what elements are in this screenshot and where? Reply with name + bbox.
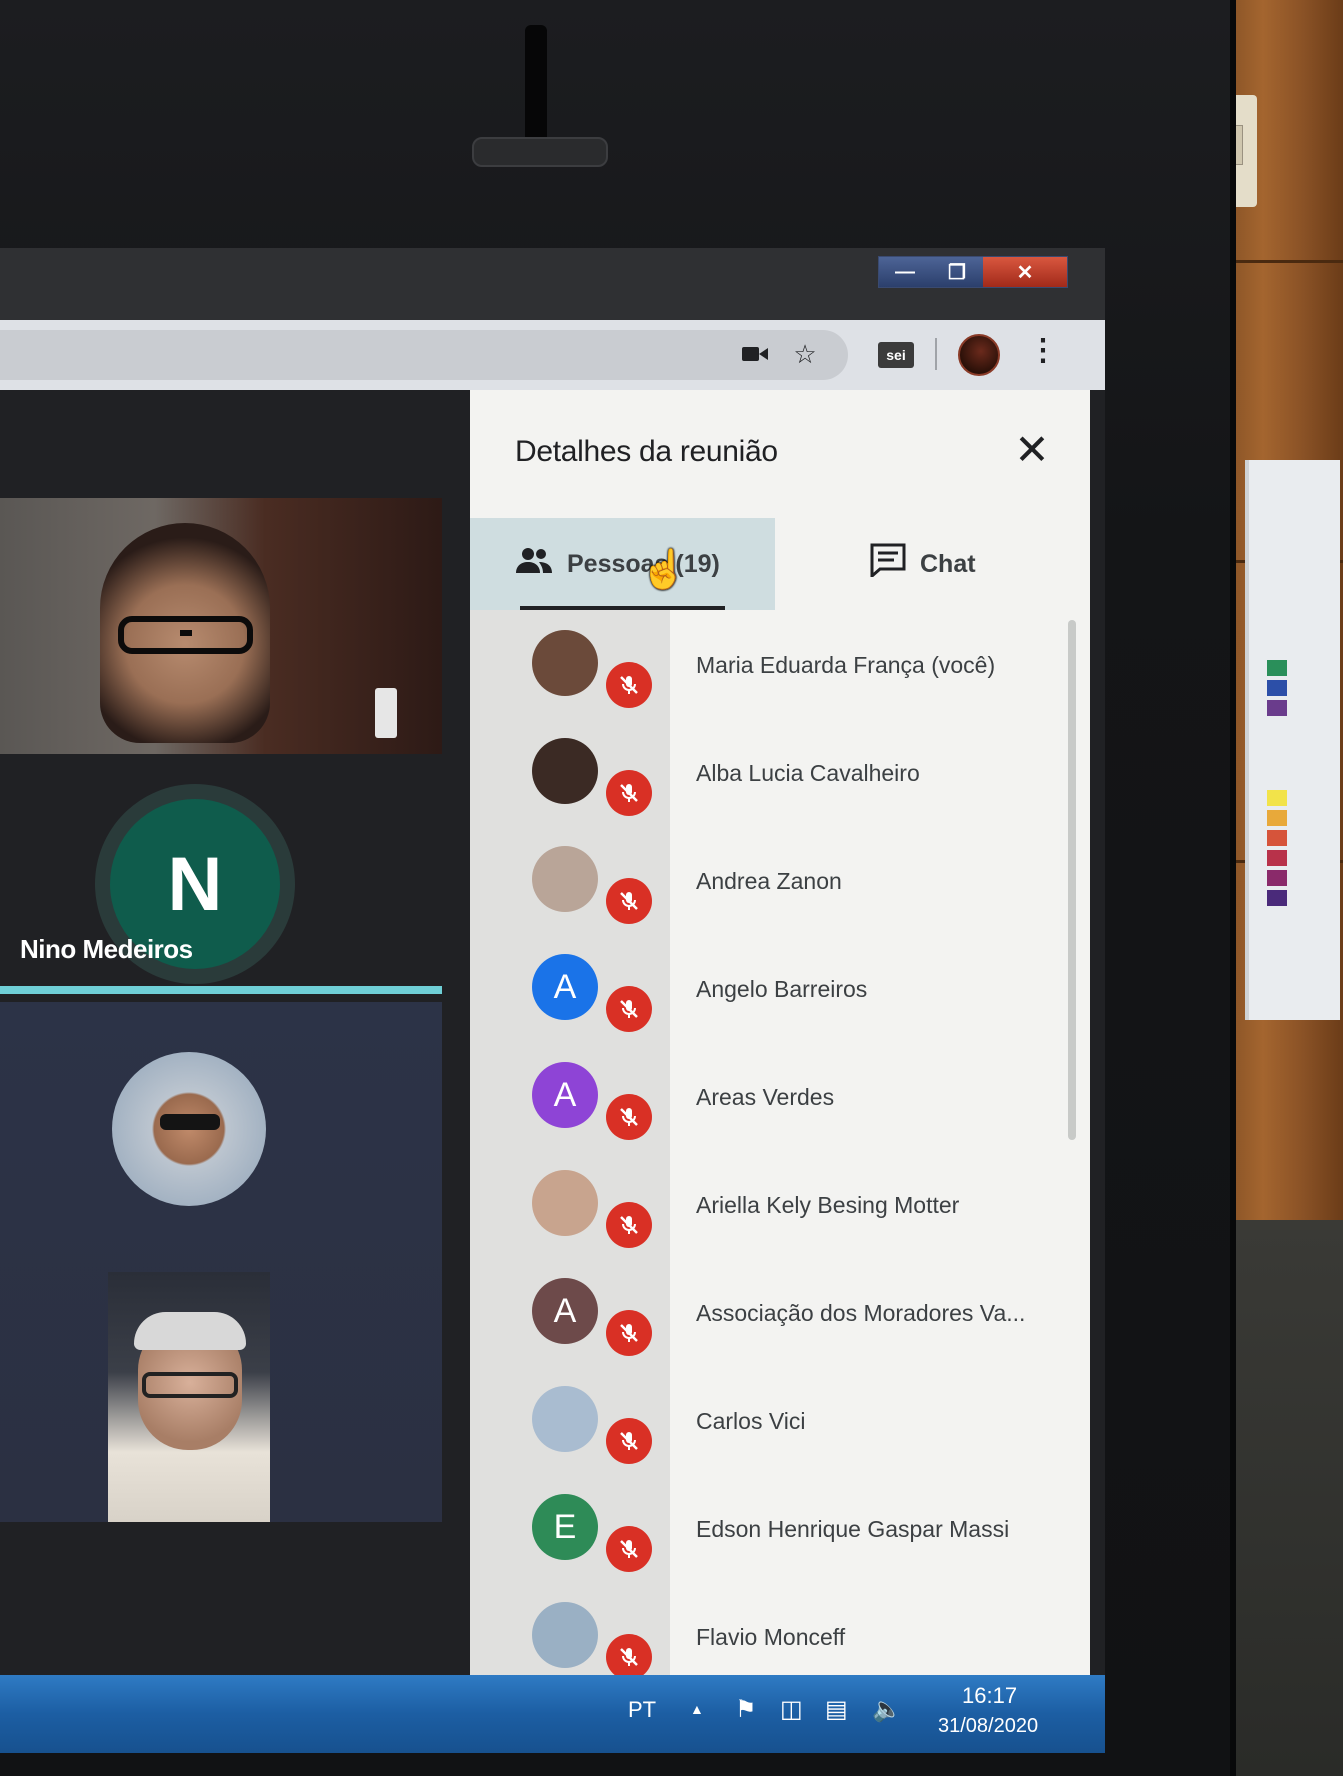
participant-avatar: A [532,1278,598,1344]
power-icon[interactable]: ◫ [780,1695,803,1724]
address-bar[interactable] [0,330,848,380]
participant-avatar: A [532,1062,598,1128]
profile-avatar[interactable] [958,334,1000,376]
mic-off-icon [606,1526,652,1572]
mic-off-icon [606,1310,652,1356]
mic-off-icon [606,1634,652,1680]
photo-scene: — ❐ ✕ ☆ sei ⋮ N Nino Medeiros Detalhes d… [0,0,1343,1776]
volume-icon[interactable]: 🔈 [872,1695,902,1724]
participant-row[interactable]: Maria Eduarda França (você) [470,610,1080,718]
video-tile[interactable] [0,1002,442,1522]
participant-avatar [532,630,598,696]
participant-row[interactable]: A Angelo Barreiros [470,934,1080,1042]
participant-row[interactable]: Carlos Vici [470,1366,1080,1474]
participant-row[interactable]: Andrea Zanon [470,826,1080,934]
wall-poster [1245,460,1340,1020]
webcam [470,25,610,170]
participant-video [108,1272,270,1522]
participant-photo [112,1052,266,1206]
participant-name: Andrea Zanon [696,868,842,894]
mic-off-icon [606,770,652,816]
participant-name: Areas Verdes [696,1084,835,1110]
participant-name: Ariella Kely Besing Motter [696,1192,960,1218]
participant-name: Carlos Vici [696,1408,806,1434]
close-icon[interactable]: ✕ [983,257,1067,287]
mic-off-icon [606,1418,652,1464]
participant-avatar: E [532,1494,598,1560]
participant-avatar [532,738,598,804]
tab-people[interactable]: Pessoas (19) [470,518,775,610]
toolbar-separator [935,338,937,370]
participant-name: Associação dos Moradores Va... [696,1300,1026,1326]
participant-list: Maria Eduarda França (você) Alba Lucia Ca… [470,610,1080,1680]
participant-name: Flavio Monceff [696,1624,846,1650]
participant-row[interactable]: Alba Lucia Cavalheiro [470,718,1080,826]
minimize-icon[interactable]: — [879,257,931,287]
participant-row[interactable]: A Areas Verdes [470,1042,1080,1150]
close-icon[interactable]: ✕ [1010,429,1054,474]
participant-avatar: A [532,954,598,1020]
tab-chat-label: Chat [920,549,976,578]
star-icon[interactable]: ☆ [785,334,825,374]
participant-avatar [532,846,598,912]
network-icon[interactable]: ▤ [825,1695,848,1724]
tab-chat[interactable]: Chat [870,518,1080,610]
video-tile[interactable] [0,498,442,754]
participant-name: Edson Henrique Gaspar Massi [696,1516,1010,1542]
participant-name: Maria Eduarda França (você) [696,652,996,678]
floor [1236,1220,1343,1776]
monitor-bezel: — ❐ ✕ ☆ sei ⋮ N Nino Medeiros Detalhes d… [0,0,1236,1776]
windows-taskbar: PT ▲ ⚑ ◫ ▤ 🔈 16:17 31/08/2020 [0,1675,1105,1753]
hand-cursor-icon: ☝ [640,549,688,591]
tray-expand-icon[interactable]: ▲ [690,1701,704,1717]
video-grid: N Nino Medeiros [0,390,470,1753]
participant-avatar [532,1170,598,1236]
participant-avatar [532,1602,598,1668]
participant-avatar [532,1386,598,1452]
screen: — ❐ ✕ ☆ sei ⋮ N Nino Medeiros Detalhes d… [0,248,1105,1753]
action-center-icon[interactable]: ⚑ [735,1695,757,1724]
speaking-indicator [0,986,442,994]
restore-icon[interactable]: ❐ [931,257,983,287]
scrollbar[interactable] [1068,620,1076,1140]
panel-title: Detalhes da reunião [515,435,778,468]
browser-toolbar: ☆ sei ⋮ [0,320,1105,390]
participant-name: Angelo Barreiros [696,976,868,1002]
more-vert-icon[interactable]: ⋮ [1028,336,1058,366]
mic-off-icon [606,986,652,1032]
window-titlebar: — ❐ ✕ [0,248,1105,320]
mic-off-icon [606,878,652,924]
chat-icon [870,543,906,585]
participant-name: Alba Lucia Cavalheiro [696,760,920,786]
camera-icon[interactable] [735,334,775,374]
language-indicator[interactable]: PT [628,1697,656,1723]
participant-row[interactable]: Flavio Monceff [470,1582,1080,1690]
participant-name: Nino Medeiros [20,934,193,964]
mic-off-icon [606,662,652,708]
window-controls: — ❐ ✕ [878,256,1068,288]
sei-extension-icon[interactable]: sei [878,342,914,368]
participant-row[interactable]: A Associação dos Moradores Va... [470,1258,1080,1366]
clock-time[interactable]: 16:17 [962,1683,1017,1709]
video-tile[interactable]: N Nino Medeiros [0,754,442,994]
mic-off-icon [606,1202,652,1248]
clock-date[interactable]: 31/08/2020 [938,1715,1038,1738]
participant-row[interactable]: E Edson Henrique Gaspar Massi [470,1474,1080,1582]
meeting-details-panel: Detalhes da reunião ✕ Pessoas (19) Chat … [470,390,1090,1680]
mic-off-icon [606,1094,652,1140]
participant-row[interactable]: Ariella Kely Besing Motter [470,1150,1080,1258]
people-icon [515,546,553,582]
